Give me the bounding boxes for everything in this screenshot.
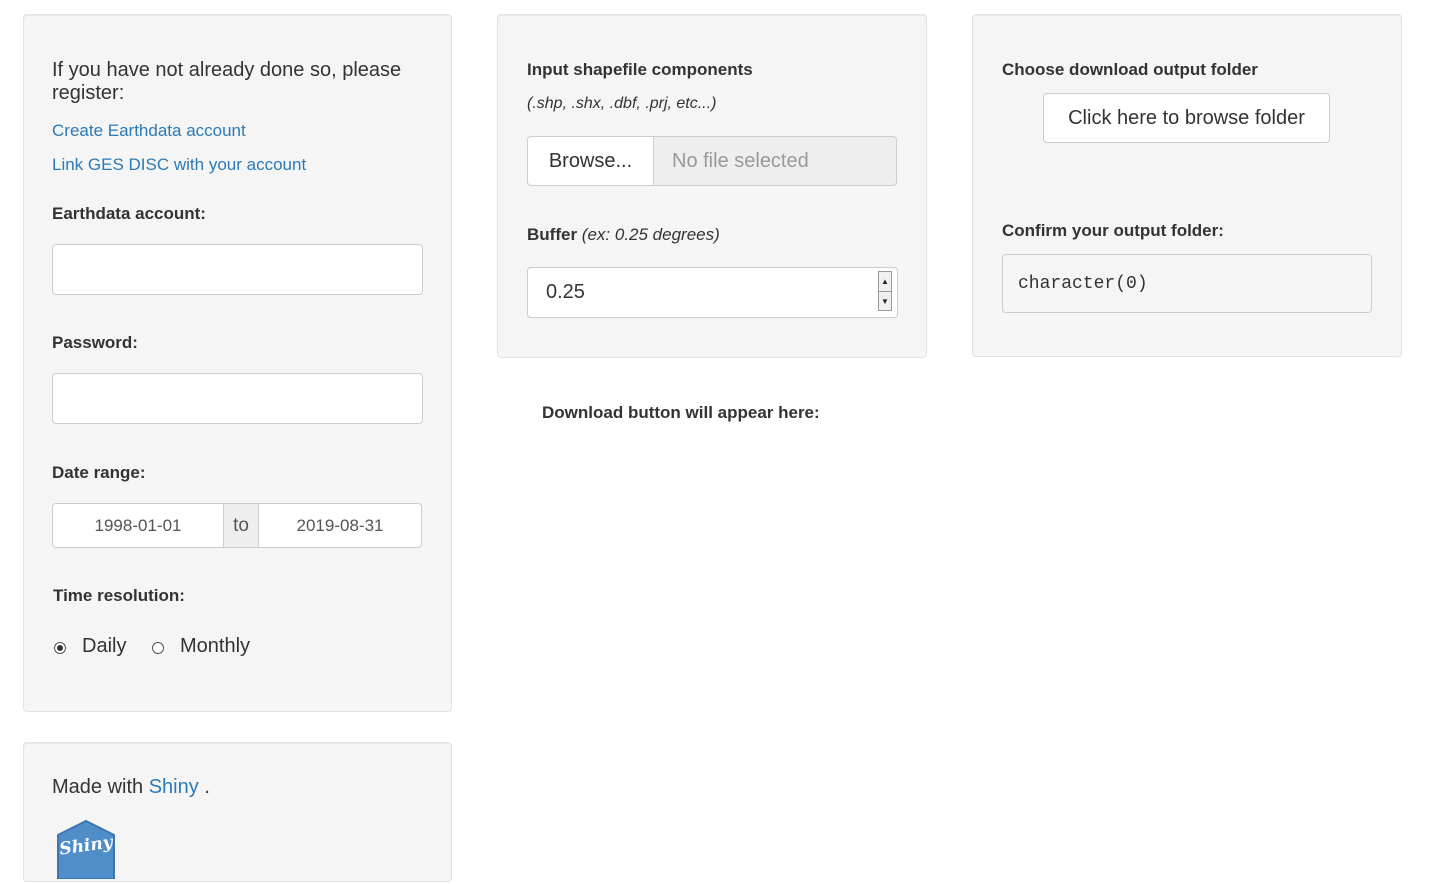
browse-file-button[interactable]: Browse...: [527, 136, 654, 186]
monthly-radio[interactable]: [152, 642, 164, 654]
buffer-value[interactable]: 0.25: [546, 281, 585, 304]
daily-radio-label[interactable]: Daily: [82, 635, 126, 658]
registration-panel: If you have not already done so, please …: [23, 14, 452, 712]
made-with-label: Made with: [52, 776, 144, 798]
spinner-up-icon[interactable]: ▲: [879, 272, 891, 292]
buffer-hint: (ex: 0.25 degrees): [581, 225, 720, 244]
download-folder-label: Choose download output folder: [1002, 60, 1258, 79]
date-range-label: Date range:: [52, 463, 146, 482]
date-separator: to: [223, 504, 259, 547]
footer-panel: Made with Shiny . Shiny: [23, 742, 452, 882]
shiny-link[interactable]: Shiny: [149, 776, 199, 798]
earthdata-account-label: Earthdata account:: [52, 204, 206, 223]
browse-folder-button[interactable]: Click here to browse folder: [1043, 93, 1330, 143]
download-notice: Download button will appear here:: [542, 403, 820, 422]
spinner-down-icon[interactable]: ▼: [879, 292, 891, 311]
made-with-period: .: [204, 776, 210, 798]
earthdata-account-input[interactable]: [52, 244, 423, 295]
buffer-number-input[interactable]: 0.25 ▲ ▼: [527, 267, 898, 318]
shapefile-panel: Input shapefile components (.shp, .shx, …: [497, 14, 927, 358]
password-label: Password:: [52, 333, 138, 352]
shapefile-label: Input shapefile components: [527, 60, 753, 79]
buffer-spinner[interactable]: ▲ ▼: [878, 271, 892, 311]
create-earthdata-account-link[interactable]: Create Earthdata account: [52, 121, 246, 141]
confirm-folder-output: character(0): [1002, 254, 1372, 313]
date-range-group: 1998-01-01 to 2019-08-31: [52, 503, 422, 548]
link-ges-disc-link[interactable]: Link GES DISC with your account: [52, 155, 306, 175]
register-intro-text: If you have not already done so, please …: [52, 59, 402, 104]
buffer-label-line: Buffer (ex: 0.25 degrees): [527, 225, 720, 245]
output-folder-panel: Choose download output folder Click here…: [972, 14, 1402, 357]
confirm-folder-label: Confirm your output folder:: [1002, 221, 1224, 240]
date-end-input[interactable]: 2019-08-31: [259, 504, 421, 547]
file-name-field[interactable]: No file selected: [653, 136, 897, 186]
shapefile-hint: (.shp, .shx, .dbf, .prj, etc...): [527, 95, 717, 112]
buffer-label: Buffer: [527, 225, 578, 244]
daily-radio[interactable]: [54, 642, 66, 654]
password-input[interactable]: [52, 373, 423, 424]
date-start-input[interactable]: 1998-01-01: [53, 504, 223, 547]
monthly-radio-label[interactable]: Monthly: [180, 635, 250, 658]
made-with-text: Made with Shiny .: [52, 776, 210, 799]
time-resolution-label: Time resolution:: [53, 586, 185, 605]
shiny-logo: Shiny: [55, 819, 117, 880]
